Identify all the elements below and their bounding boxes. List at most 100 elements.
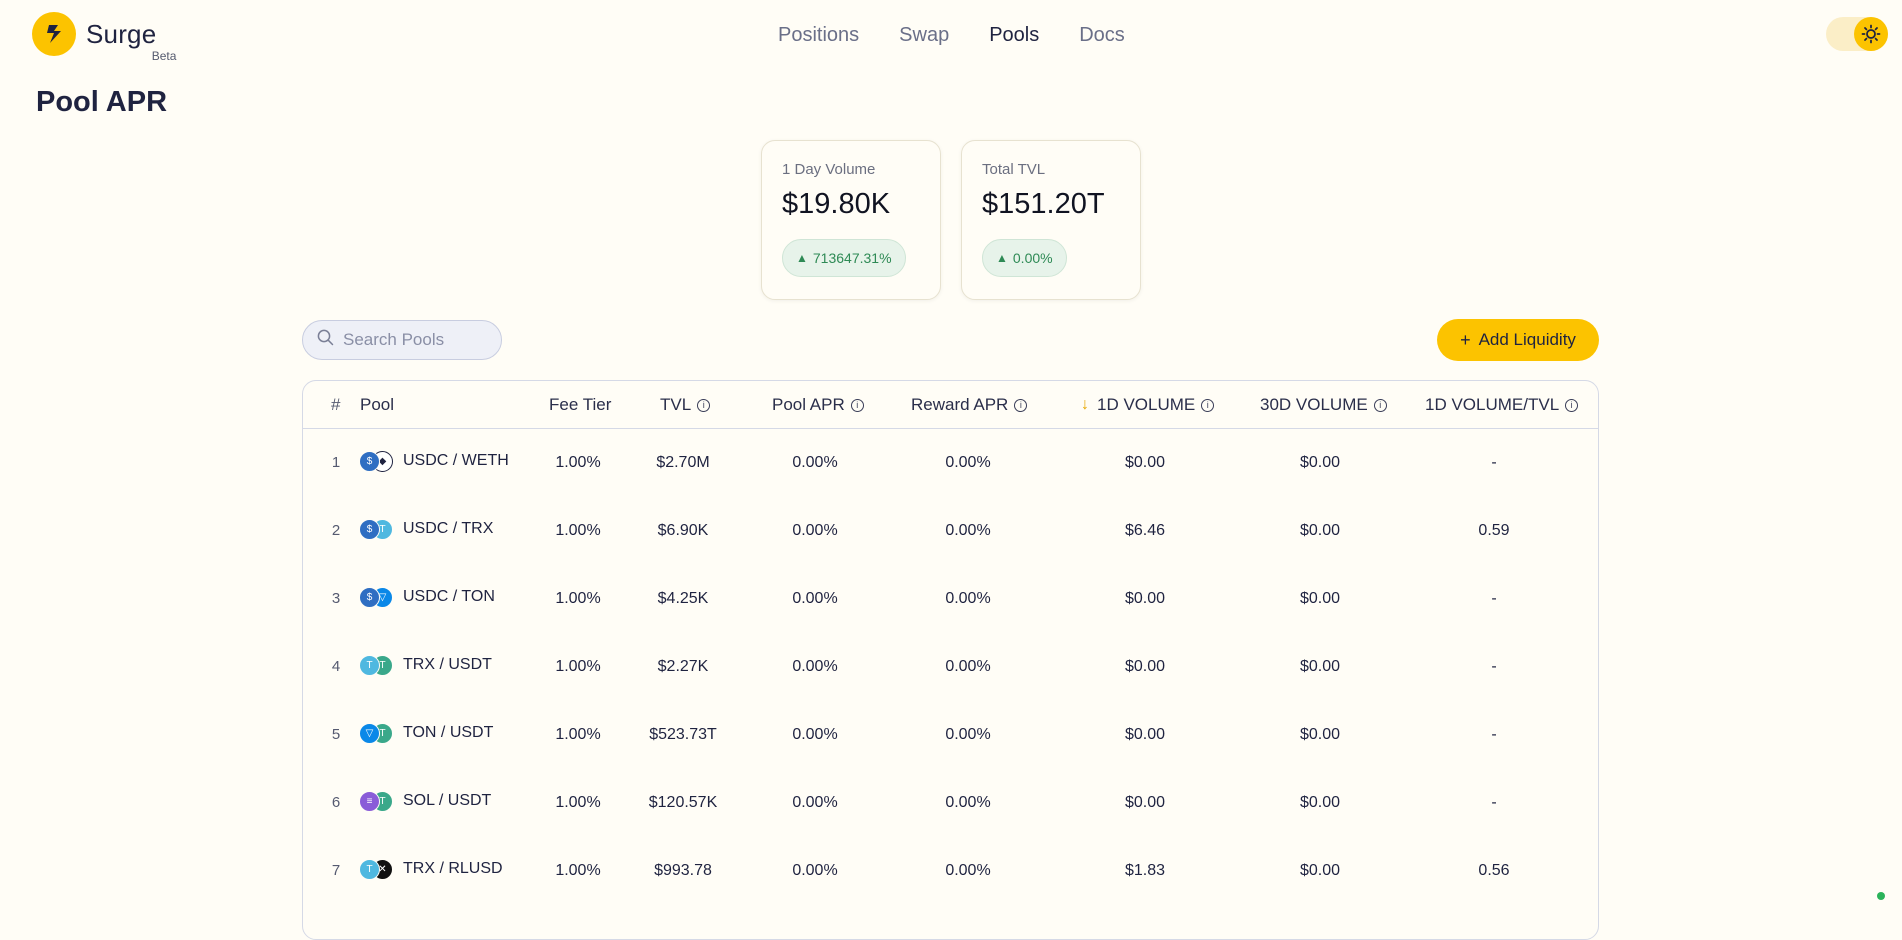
1d-volume-value: $0.00 xyxy=(1124,726,1166,743)
pool-name: USDC / TRX xyxy=(403,520,494,537)
theme-toggle[interactable] xyxy=(1826,17,1888,51)
nav-swap[interactable]: Swap xyxy=(899,24,949,47)
tvl-value: $523.73T xyxy=(649,726,717,743)
header-reward-apr[interactable]: Reward APR i xyxy=(911,395,1028,415)
token-pair-icons: TT xyxy=(359,653,393,677)
token-a-icon: T xyxy=(359,655,380,676)
header-fee-tier[interactable]: Fee Tier xyxy=(549,395,611,415)
reward-apr-value: 0.00% xyxy=(945,862,991,879)
pool-cell[interactable]: $ T USDC / TRX xyxy=(359,517,493,541)
pool-cell[interactable]: $ ◆ USDC / WETH xyxy=(359,449,509,473)
1d-volume-value: $0.00 xyxy=(1124,454,1166,471)
header-reward-apr-label: Reward APR xyxy=(911,395,1009,414)
row-index: 2 xyxy=(331,522,341,539)
up-triangle-icon: ▲ xyxy=(796,251,808,265)
sun-icon xyxy=(1854,17,1888,51)
stat-card-1d-volume: 1 Day Volume $19.80K ▲ 713647.31% xyxy=(761,140,941,300)
1d-volume-tvl-value: - xyxy=(1491,726,1497,743)
reward-apr-value: 0.00% xyxy=(945,590,991,607)
tvl-value: $2.70M xyxy=(656,454,710,471)
nav-docs[interactable]: Docs xyxy=(1079,24,1125,47)
search-icon xyxy=(317,329,334,351)
app-name: Surge xyxy=(86,18,157,49)
reward-apr-value: 0.00% xyxy=(945,658,991,675)
1d-volume-value: $6.46 xyxy=(1124,522,1166,539)
1d-volume-tvl-value: - xyxy=(1491,454,1497,471)
1d-volume-tvl-value: 0.56 xyxy=(1478,862,1510,879)
pool-apr-value: 0.00% xyxy=(792,726,838,743)
token-pair-icons: T ✕ xyxy=(359,857,393,881)
token-a-icon: T xyxy=(359,859,380,880)
plus-icon: + xyxy=(1460,329,1471,350)
add-liquidity-button[interactable]: + Add Liquidity xyxy=(1437,319,1599,361)
reward-apr-value: 0.00% xyxy=(945,522,991,539)
nav-positions[interactable]: Positions xyxy=(778,24,859,47)
table-row[interactable]: 6 ≡ T SOL / USDT 1.00% $120.57K 0.00% 0.00% $0.0… xyxy=(303,769,1598,837)
pool-cell[interactable]: ▽ T TON / USDT xyxy=(359,721,493,745)
1d-volume-tvl-value: - xyxy=(1491,590,1497,607)
table-row[interactable]: 7 T ✕ TRX / RLUSD 1.00% $993.78 0.00% 0.00% $1.8… xyxy=(303,837,1598,905)
stat-value: $19.80K xyxy=(782,188,891,220)
stat-change-badge: ▲ 0.00% xyxy=(982,239,1067,277)
table-row[interactable]: 1 $ ◆ USDC / WETH 1.00% $2.70M 0.00% 0.00% $0.00… xyxy=(303,429,1598,497)
pools-table: # Pool Fee Tier TVL i Pool APR i Reward … xyxy=(302,380,1599,940)
pool-name: TON / USDT xyxy=(403,724,494,741)
app-logo[interactable]: Surge Beta xyxy=(32,12,176,63)
table-row[interactable]: 4 T T TRX / USDT 1.00% $2.27K 0.00% 0.00% $0.00 $… xyxy=(303,633,1598,701)
search-input[interactable] xyxy=(343,330,493,350)
header-pool-apr[interactable]: Pool APR i xyxy=(772,395,864,415)
stat-label: Total TVL xyxy=(982,161,1046,178)
pool-cell[interactable]: T T TRX / USDT xyxy=(359,653,492,677)
search-box xyxy=(302,320,502,360)
surge-logo-icon xyxy=(32,12,76,56)
info-icon[interactable]: i xyxy=(1014,398,1028,412)
table-row[interactable]: 3 $ ▽ USDC / TON 1.00% $4.25K 0.00% 0.00% $0.00 $… xyxy=(303,565,1598,633)
beta-badge: Beta xyxy=(151,48,177,63)
pool-name: SOL / USDT xyxy=(403,792,492,809)
30d-volume-value: $0.00 xyxy=(1299,590,1341,607)
header-1d-volume-tvl[interactable]: 1D VOLUME/TVL i xyxy=(1425,395,1579,415)
pool-cell[interactable]: T ✕ TRX / RLUSD xyxy=(359,857,503,881)
info-icon[interactable]: i xyxy=(1565,398,1579,412)
info-icon[interactable]: i xyxy=(1201,398,1215,412)
fee-tier: 1.00% xyxy=(555,658,601,675)
header-tvl[interactable]: TVL i xyxy=(660,395,711,415)
info-icon[interactable]: i xyxy=(850,398,864,412)
1d-volume-tvl-value: - xyxy=(1491,658,1497,675)
pool-cell[interactable]: ≡ T SOL / USDT xyxy=(359,789,491,813)
sort-down-arrow-icon: ↓ xyxy=(1081,396,1089,413)
pool-apr-value: 0.00% xyxy=(792,862,838,879)
pool-cell[interactable]: $ ▽ USDC / TON xyxy=(359,585,495,609)
table-row[interactable]: 2 $ T USDC / TRX 1.00% $6.90K 0.00% 0.00% $6.46 $… xyxy=(303,497,1598,565)
token-pair-icons: ▽ T xyxy=(359,721,393,745)
header-30d-volume[interactable]: 30D VOLUME i xyxy=(1260,395,1387,415)
pool-apr-value: 0.00% xyxy=(792,794,838,811)
main-nav: Positions Swap Pools Docs xyxy=(778,24,1165,47)
row-index: 6 xyxy=(331,794,341,811)
1d-volume-value: $0.00 xyxy=(1124,794,1166,811)
1d-volume-tvl-value: 0.59 xyxy=(1478,522,1510,539)
row-index: 7 xyxy=(331,862,341,879)
table-row[interactable]: 5 ▽ T TON / USDT 1.00% $523.73T 0.00% 0.00% $0.0… xyxy=(303,701,1598,769)
token-pair-icons: ≡ T xyxy=(359,789,393,813)
info-icon[interactable]: i xyxy=(697,398,711,412)
stat-card-total-tvl: Total TVL $151.20T ▲ 0.00% xyxy=(961,140,1141,300)
nav-pools[interactable]: Pools xyxy=(989,24,1039,47)
token-a-icon: $ xyxy=(359,519,380,540)
add-liquidity-label: Add Liquidity xyxy=(1478,330,1576,349)
pool-apr-value: 0.00% xyxy=(792,522,838,539)
header-1d-volume-tvl-label: 1D VOLUME/TVL xyxy=(1425,395,1560,414)
token-pair-icons: $ ◆ xyxy=(359,449,393,473)
30d-volume-value: $0.00 xyxy=(1299,454,1341,471)
fee-tier: 1.00% xyxy=(555,454,601,471)
tvl-value: $4.25K xyxy=(657,590,709,607)
stat-value: $151.20T xyxy=(982,188,1105,220)
status-indicator xyxy=(1877,892,1885,900)
header-index: # xyxy=(331,395,341,414)
header-pool[interactable]: Pool xyxy=(360,395,394,415)
info-icon[interactable]: i xyxy=(1373,398,1387,412)
token-a-icon: ≡ xyxy=(359,791,380,812)
fee-tier: 1.00% xyxy=(555,522,601,539)
header-1d-volume[interactable]: ↓ 1D VOLUME i xyxy=(1081,395,1215,415)
pool-name: USDC / TON xyxy=(403,588,495,605)
